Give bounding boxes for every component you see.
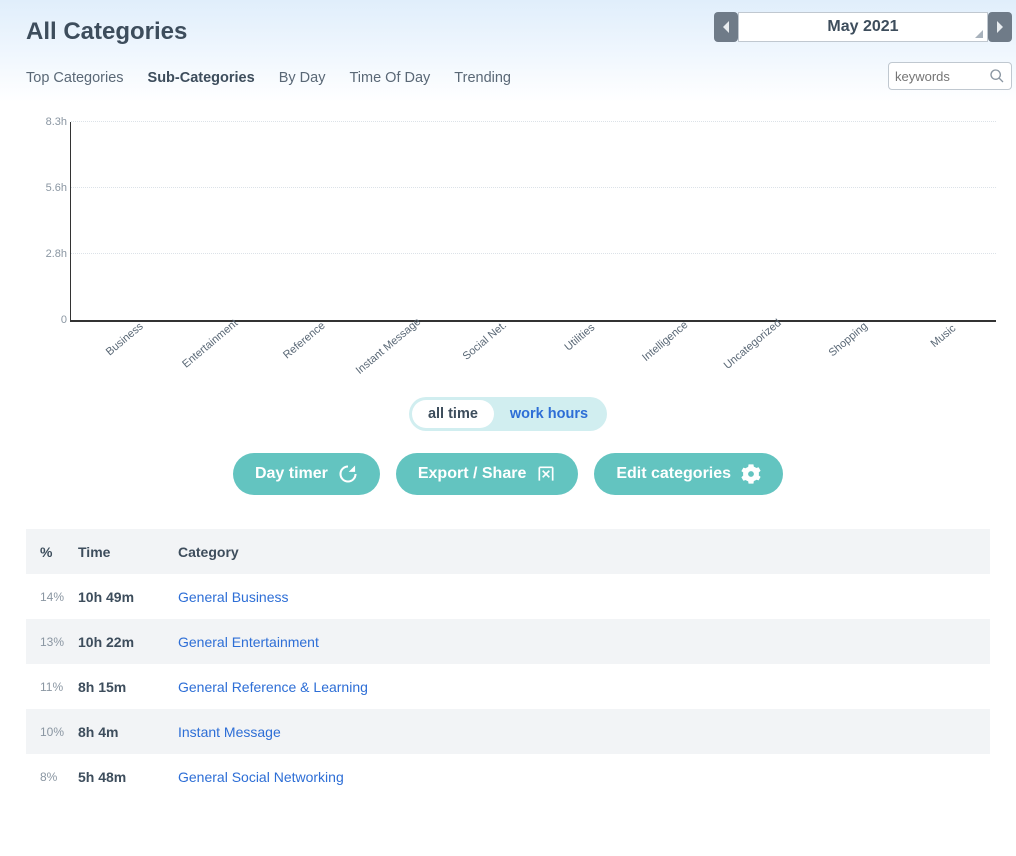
tab-top-categories[interactable]: Top Categories (26, 70, 124, 86)
ytick: 2.8h (27, 248, 67, 260)
category-table: % Time Category 14%10h 49mGeneral Busine… (26, 529, 990, 799)
day-timer-label: Day timer (255, 465, 328, 483)
cell-pct: 10% (26, 725, 78, 739)
header-category: Category (178, 544, 990, 560)
table-row: 13%10h 22mGeneral Entertainment (26, 619, 990, 664)
category-link[interactable]: Instant Message (178, 724, 990, 740)
chevron-left-icon (721, 20, 731, 34)
header-time: Time (78, 544, 178, 560)
export-button[interactable]: Export / Share (396, 453, 578, 495)
edit-categories-label: Edit categories (616, 465, 731, 483)
cell-time: 8h 4m (78, 724, 178, 740)
header-pct: % (26, 544, 78, 560)
date-next-button[interactable] (988, 12, 1012, 42)
chevron-right-icon (995, 20, 1005, 34)
cell-pct: 8% (26, 770, 78, 784)
xlabel: Uncategorized (721, 317, 783, 372)
ytick: 0 (27, 314, 67, 326)
tab-trending[interactable]: Trending (454, 70, 511, 86)
table-header: % Time Category (26, 529, 990, 574)
cell-time: 10h 49m (78, 589, 178, 605)
gear-icon (741, 464, 761, 484)
category-link[interactable]: General Reference & Learning (178, 679, 990, 695)
cell-pct: 13% (26, 635, 78, 649)
xlabel: Social Net. (461, 319, 509, 362)
edit-categories-button[interactable]: Edit categories (594, 453, 783, 495)
tab-by-day[interactable]: By Day (279, 70, 326, 86)
ytick: 8.3h (27, 116, 67, 128)
xlabel: Instant Message (353, 316, 423, 377)
time-filter-toggle: all time work hours (0, 397, 1016, 431)
day-timer-button[interactable]: Day timer (233, 453, 380, 495)
category-link[interactable]: General Entertainment (178, 634, 990, 650)
export-icon (536, 464, 556, 484)
cell-pct: 11% (26, 680, 78, 694)
xlabel: Entertainment (180, 317, 240, 370)
table-row: 14%10h 49mGeneral Business (26, 574, 990, 619)
xlabel: Music (928, 322, 958, 350)
cell-pct: 14% (26, 590, 78, 604)
table-row: 10%8h 4mInstant Message (26, 709, 990, 754)
table-row: 11%8h 15mGeneral Reference & Learning (26, 664, 990, 709)
xlabel: Business (104, 320, 146, 358)
cell-time: 5h 48m (78, 769, 178, 785)
search-input[interactable] (895, 69, 989, 84)
chart-area: 02.8h5.6h8.3hBusinessEntertainmentRefere… (0, 102, 1016, 332)
date-prev-button[interactable] (714, 12, 738, 42)
xlabel: Utilities (562, 322, 597, 354)
xlabel: Reference (281, 320, 328, 362)
date-display[interactable]: May 2021 (738, 12, 988, 42)
cell-time: 10h 22m (78, 634, 178, 650)
refresh-icon (338, 464, 358, 484)
category-link[interactable]: General Social Networking (178, 769, 990, 785)
table-row: 8%5h 48mGeneral Social Networking (26, 754, 990, 799)
tab-sub-categories[interactable]: Sub-Categories (148, 70, 255, 86)
date-navigator: May 2021 (714, 12, 1012, 42)
toggle-all-time[interactable]: all time (412, 400, 494, 428)
search-icon (989, 68, 1005, 84)
ytick: 5.6h (27, 182, 67, 194)
bar-chart: 02.8h5.6h8.3hBusinessEntertainmentRefere… (70, 122, 996, 322)
xlabel: Shopping (827, 320, 870, 359)
category-link[interactable]: General Business (178, 589, 990, 605)
tab-time-of-day[interactable]: Time Of Day (349, 70, 430, 86)
toggle-work-hours[interactable]: work hours (494, 400, 604, 428)
action-buttons: Day timer Export / Share Edit categories (0, 453, 1016, 495)
search-box[interactable] (888, 62, 1012, 90)
xlabel: Intelligence (640, 319, 690, 364)
tab-bar: Top Categories Sub-Categories By Day Tim… (26, 70, 990, 102)
export-label: Export / Share (418, 465, 526, 483)
header-bar: All Categories May 2021 Top Categories S… (0, 0, 1016, 102)
cell-time: 8h 15m (78, 679, 178, 695)
